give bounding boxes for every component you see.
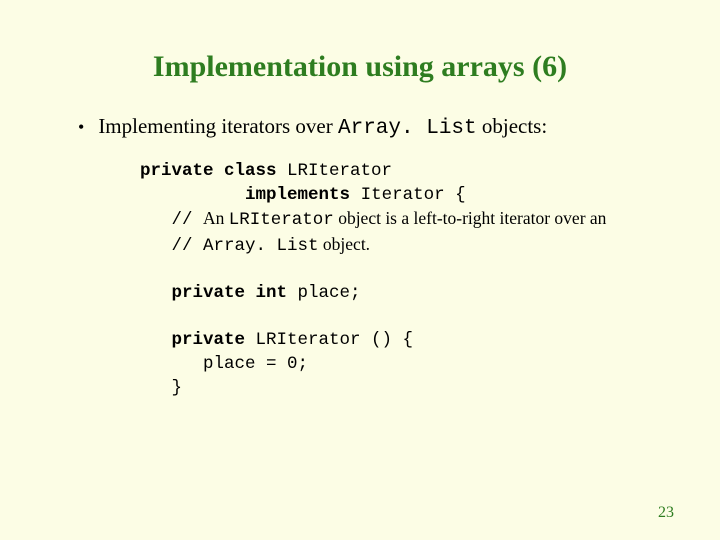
bullet-dot-icon: • bbox=[78, 117, 84, 138]
cmt-an: An bbox=[203, 208, 229, 228]
code-line-6: private LRIterator () { bbox=[140, 329, 680, 353]
iface: Iterator { bbox=[350, 185, 466, 205]
kw-private-int: private int bbox=[172, 283, 288, 303]
code-line-3: // An LRIterator object is a left-to-rig… bbox=[140, 207, 680, 233]
cmt-object: object. bbox=[319, 234, 371, 254]
page-number: 23 bbox=[658, 504, 674, 522]
classname: LRIterator bbox=[277, 161, 393, 181]
code-blank-1 bbox=[140, 259, 680, 283]
kw-private: private bbox=[172, 330, 246, 350]
cmt-slash-1: // bbox=[140, 210, 203, 230]
code-line-2: implements Iterator { bbox=[140, 184, 680, 208]
code-line-4: // Array. List object. bbox=[140, 233, 680, 259]
bullet-item: • Implementing iterators over Array. Lis… bbox=[78, 114, 680, 140]
cmt-lriterator: LRIterator bbox=[229, 210, 334, 230]
code-line-5: private int place; bbox=[140, 282, 680, 306]
code-line-1: private class LRIterator bbox=[140, 160, 680, 184]
code-block: private class LRIterator implements Iter… bbox=[140, 160, 680, 400]
code-blank-2 bbox=[140, 306, 680, 330]
cmt-rest-1: object is a left-to-right iterator over … bbox=[334, 208, 607, 228]
bullet-mono: Array. List bbox=[338, 117, 477, 140]
cmt-arraylist: Array. List bbox=[203, 236, 319, 256]
bullet-text: Implementing iterators over Array. List … bbox=[98, 114, 547, 140]
kw-private-class: private class bbox=[140, 161, 277, 181]
code-line-7: place = 0; bbox=[140, 353, 680, 377]
bullet-post: objects: bbox=[477, 114, 548, 138]
slide-title: Implementation using arrays (6) bbox=[40, 50, 680, 84]
kw-implements: implements bbox=[245, 185, 350, 205]
bullet-pre: Implementing iterators over bbox=[98, 114, 338, 138]
cmt-slash-2: // bbox=[140, 236, 203, 256]
field-place: place; bbox=[287, 283, 361, 303]
ctor-sig: LRIterator () { bbox=[245, 330, 413, 350]
code-line-8: } bbox=[140, 377, 680, 401]
